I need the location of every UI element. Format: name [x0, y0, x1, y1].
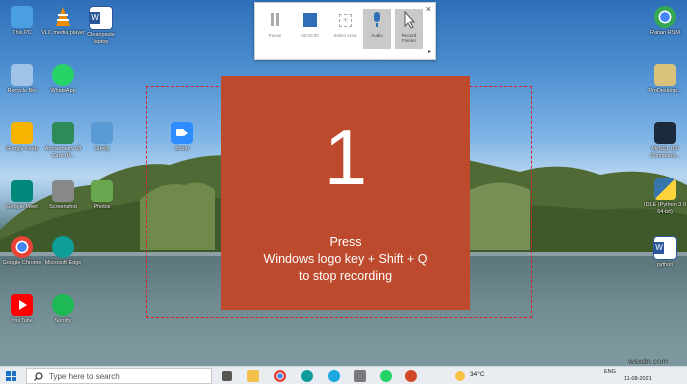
close-icon[interactable]: ×	[426, 4, 431, 14]
chrome-icon	[654, 6, 676, 28]
desktop-icon-python-doc[interactable]: W python	[643, 236, 687, 269]
instruction-line-2: Windows logo key + Shift + Q	[263, 252, 428, 266]
file-icon	[654, 64, 676, 86]
windows-start-button[interactable]	[6, 371, 16, 381]
desktop-icon-whatsapp[interactable]: WhatsApp	[41, 64, 85, 95]
desktop-icon-recycle-bin[interactable]: Recycle Bin	[0, 64, 44, 95]
desktop-icon-mysql[interactable]: MySQL 8.0 Command...	[643, 122, 687, 159]
taskbar: Type here to search 34°C ENG 11-08-2021 …	[0, 357, 687, 384]
whatsapp-icon	[52, 64, 74, 86]
pause-icon	[266, 11, 284, 29]
desktop-icon-spotify[interactable]: Spotify	[41, 294, 85, 325]
mouse-pointer-icon	[400, 10, 418, 29]
youtube-icon	[11, 294, 33, 316]
clock-date[interactable]: 11-08-2021	[624, 376, 652, 382]
meet-icon	[11, 180, 33, 202]
recording-countdown-overlay: 1 Press Windows logo key + Shift + Q to …	[221, 76, 470, 310]
task-view-icon[interactable]	[222, 371, 232, 381]
app-icon[interactable]	[354, 370, 366, 382]
recycle-bin-icon	[11, 64, 33, 86]
instruction-line-1: Press	[329, 235, 362, 249]
desktop-background: This PC VLC media player W Cleanpaste la…	[0, 0, 687, 384]
pause-button[interactable]: Pause	[261, 9, 289, 49]
desktop-icon-screenshot[interactable]: Screenshot	[41, 180, 85, 211]
desktop-icon-shelly[interactable]: Shelly	[80, 122, 124, 153]
chrome-icon	[11, 236, 33, 258]
edge-icon[interactable]	[301, 370, 313, 382]
file-explorer-icon[interactable]	[247, 370, 259, 382]
word-doc-icon: W	[653, 236, 677, 260]
network-monitor-icon	[91, 122, 113, 144]
countdown-number: 1	[323, 113, 368, 201]
powerpoint-icon[interactable]	[405, 370, 417, 382]
select-area-icon: +	[336, 11, 354, 29]
desktop-icon-anniversary-card[interactable]: Anniversary 08 Card (P...	[41, 122, 85, 159]
select-area-button[interactable]: + Select Area	[331, 9, 359, 49]
desktop-icon-google-keep[interactable]: Google Keep	[0, 122, 44, 153]
screen-recorder-toolbar: Pause 00:00:00 + Select Area Audio Recor…	[254, 2, 436, 60]
cortana-icon[interactable]	[328, 370, 340, 382]
mysql-terminal-icon	[654, 122, 676, 144]
keep-icon	[11, 122, 33, 144]
search-icon	[34, 372, 43, 381]
expand-icon[interactable]: ▸	[428, 48, 431, 55]
card-icon	[52, 122, 74, 144]
photo-icon	[91, 180, 113, 202]
desktop-icon-google-meet[interactable]: Google Meet	[0, 180, 44, 211]
vlc-cone-icon	[52, 6, 74, 28]
desktop-icon-rahan-rsm[interactable]: Rahan RSM	[643, 6, 687, 37]
spotify-icon	[52, 294, 74, 316]
desktop-icon-google-chrome[interactable]: Google Chrome	[0, 236, 44, 267]
instruction-line-3: to stop recording	[298, 269, 393, 283]
desktop-icon-microsoft-edge[interactable]: Microsoft Edge	[41, 236, 85, 267]
stop-recording-instructions: Press Windows logo key + Shift + Q to st…	[221, 234, 470, 285]
weather-temperature[interactable]: 34°C	[470, 371, 485, 378]
word-doc-icon: W	[89, 6, 113, 30]
desktop-icon-this-pc[interactable]: This PC	[0, 6, 44, 37]
camera-icon	[52, 180, 74, 202]
language-indicator[interactable]: ENG	[604, 369, 616, 375]
weather-icon[interactable]	[455, 371, 465, 381]
microphone-icon	[368, 11, 386, 29]
desktop-icon-youtube[interactable]: YouTube	[0, 294, 44, 325]
monitor-icon	[11, 6, 33, 28]
desktop-icon-photos[interactable]: Photos	[80, 180, 124, 211]
stop-icon	[301, 11, 319, 29]
desktop-icon-prodesktop[interactable]: ProDesktop...	[643, 64, 687, 95]
taskbar-search-box[interactable]: Type here to search	[26, 368, 212, 384]
recording-timer: 00:00:00	[295, 9, 325, 49]
audio-toggle-button[interactable]: Audio	[363, 9, 391, 49]
record-pointer-button[interactable]: Record Pointer	[395, 9, 423, 49]
watermark: wsxdn.com	[628, 357, 669, 366]
python-icon	[654, 178, 676, 200]
desktop-icon-cleanpaste[interactable]: W Cleanpaste laptop	[79, 6, 123, 45]
edge-icon	[52, 236, 74, 258]
whatsapp-icon[interactable]	[380, 370, 392, 382]
desktop-icon-idle-python[interactable]: IDLE (Python 3.9 64-bit)	[643, 178, 687, 215]
chrome-icon[interactable]	[274, 370, 286, 382]
